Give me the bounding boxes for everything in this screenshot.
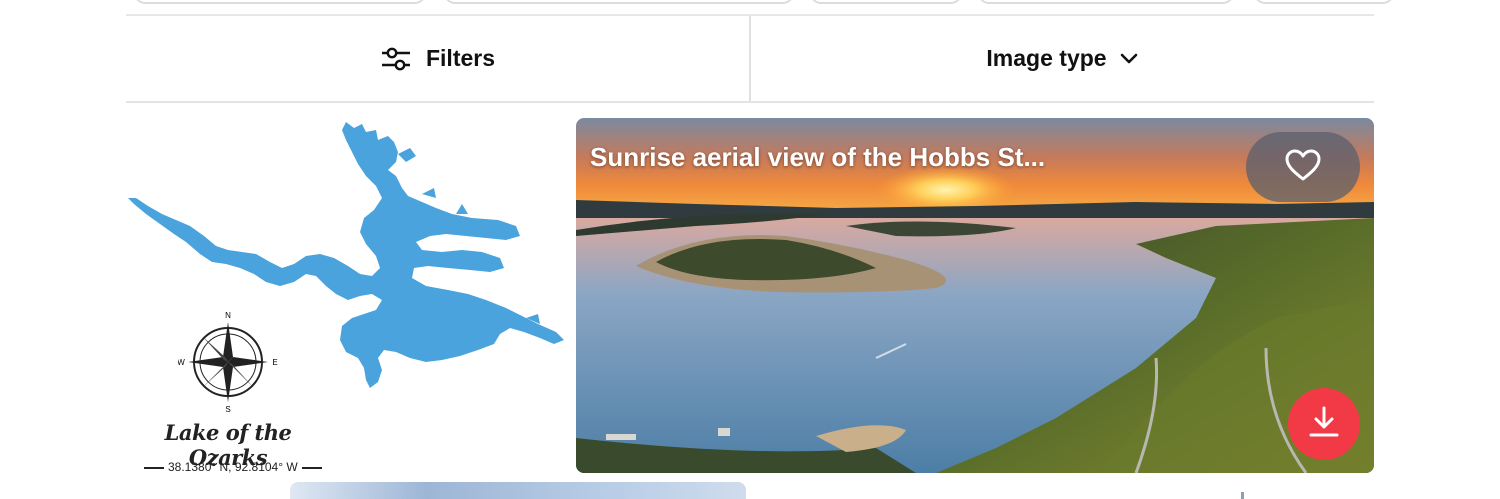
filter-bar: Filters Image type <box>126 16 1374 103</box>
filters-label: Filters <box>425 45 496 71</box>
chevron-down-icon <box>1119 52 1139 66</box>
favorite-button[interactable] <box>1246 132 1360 202</box>
result-card-next-row-edge <box>1241 492 1244 499</box>
related-search-pill[interactable] <box>810 0 962 4</box>
related-search-pill[interactable] <box>444 0 794 4</box>
image-type-dropdown[interactable]: Image type <box>751 16 1374 101</box>
heart-icon <box>1284 148 1322 187</box>
compass-e-label: E <box>272 358 277 367</box>
coord-rule-right <box>301 466 322 469</box>
image-type-label: Image type <box>986 45 1107 71</box>
coordinates-text: 38.1380° N, 92.8104° W <box>168 460 298 474</box>
compass-n-label: N <box>225 312 231 320</box>
compass-w-label: W <box>178 358 185 367</box>
compass-rose-icon: N S W E <box>178 312 278 412</box>
photo-title: Sunrise aerial view of the Hobbs St... <box>590 142 1046 172</box>
result-card-lake-map[interactable]: N S W E Lake of the Ozarks 38.1380° N, 9… <box>126 118 568 474</box>
result-card-next-row[interactable] <box>290 482 746 499</box>
lake-coordinates: 38.1380° N, 92.8104° W <box>144 460 322 474</box>
related-search-pills <box>126 0 1394 16</box>
download-icon <box>1307 405 1341 444</box>
filters-button[interactable]: Filters <box>126 16 749 101</box>
result-card-aerial-photo[interactable]: Sunrise aerial view of the Hobbs St... <box>576 118 1374 473</box>
sliders-icon <box>380 45 412 73</box>
related-search-pill[interactable] <box>134 0 426 4</box>
related-search-pill[interactable] <box>978 0 1234 4</box>
compass-s-label: S <box>225 405 230 412</box>
coord-rule-left <box>144 466 164 469</box>
download-button[interactable] <box>1288 388 1360 460</box>
related-search-pill[interactable] <box>1254 0 1394 4</box>
